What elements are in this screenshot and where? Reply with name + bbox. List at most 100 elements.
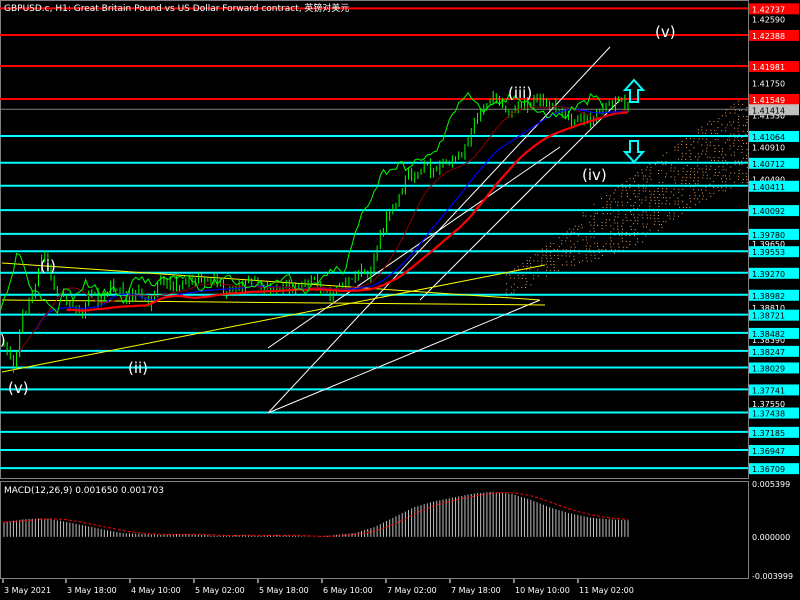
cloud-dot [705, 165, 707, 167]
cloud-dot [529, 263, 531, 265]
cloud-dot [645, 187, 647, 189]
cloud-dot [506, 283, 508, 285]
cloud-dot [686, 143, 688, 145]
cloud-dot [570, 252, 572, 254]
cloud-dot [606, 201, 608, 203]
cloud-dot [674, 146, 676, 148]
cloud-dot [605, 243, 607, 245]
cloud-dot [561, 240, 563, 242]
cloud-dot [506, 289, 508, 291]
cloud-dot [681, 212, 683, 214]
cloud-dot [597, 242, 599, 244]
cloud-dot [565, 240, 567, 242]
cloud-dot [649, 175, 651, 177]
cloud-dot [605, 222, 607, 224]
support-price-tag: 1.38029 [752, 364, 785, 373]
cloud-dot [585, 257, 587, 259]
cloud-dot [737, 121, 739, 123]
cloud-dot [738, 133, 740, 135]
support-price-tag: 1.38482 [752, 330, 785, 339]
cloud-dot [590, 260, 592, 262]
cloud-dot [677, 197, 679, 199]
cloud-dot [605, 249, 607, 251]
wave-label-i: (i) [40, 257, 56, 275]
cloud-dot [730, 172, 732, 174]
cloud-dot [657, 211, 659, 213]
cloud-dot [746, 131, 748, 133]
cloud-dot [625, 240, 627, 242]
price-chart[interactable]: 0.005399 0.000000 -0.003999 1.42590 1.41750… [0, 0, 800, 600]
cloud-dot [645, 211, 647, 213]
cloud-dot [557, 270, 559, 272]
cloud-dot [746, 122, 748, 124]
cloud-dot [697, 141, 699, 143]
cloud-dot [710, 159, 712, 161]
cloud-dot [677, 143, 679, 145]
cloud-dot [741, 163, 743, 165]
cloud-dot [626, 180, 628, 182]
cloud-dot [609, 219, 611, 221]
cloud-dot [742, 181, 744, 183]
cloud-dot [690, 138, 692, 140]
cloud-dot [721, 154, 723, 156]
cloud-dot [590, 215, 592, 217]
cloud-dot [678, 158, 680, 160]
cloud-dot [638, 190, 640, 192]
cloud-dot [737, 127, 739, 129]
support-price-tag: 1.38982 [752, 292, 785, 301]
cloud-dot [674, 149, 676, 151]
cloud-dot [694, 156, 696, 158]
cloud-dot [693, 189, 695, 191]
cloud-dot [717, 133, 719, 135]
cloud-dot [657, 229, 659, 231]
cloud-dot [650, 166, 652, 168]
cloud-dot [717, 175, 719, 177]
cloud-dot [541, 263, 543, 265]
cloud-dot [709, 144, 711, 146]
cloud-dot [637, 238, 639, 240]
cloud-dot [714, 138, 716, 140]
cloud-dot [653, 193, 655, 195]
cloud-dot [553, 264, 555, 265]
cloud-dot [646, 214, 648, 216]
cloud-dot [669, 197, 671, 199]
cloud-dot [718, 145, 720, 147]
cloud-dot [566, 231, 568, 233]
cloud-dot [574, 246, 576, 248]
cloud-dot [526, 266, 528, 268]
cloud-dot [533, 260, 535, 262]
cloud-dot [662, 188, 664, 190]
cloud-dot [573, 228, 575, 230]
cloud-dot [674, 176, 676, 178]
cloud-dot [666, 215, 668, 217]
cloud-dot [718, 166, 720, 168]
cloud-dot [581, 224, 583, 226]
cloud-dot [590, 224, 592, 226]
cloud-dot [629, 178, 631, 180]
cloud-dot [609, 204, 611, 206]
cloud-dot [653, 211, 655, 213]
cloud-dot [661, 203, 663, 205]
cloud-dot [558, 258, 560, 260]
cloud-dot [514, 268, 516, 270]
cloud-dot [705, 141, 707, 143]
cloud-dot [694, 204, 696, 206]
cloud-dot [705, 171, 707, 173]
cloud-dot [525, 287, 527, 289]
cloud-dot [573, 258, 575, 260]
cloud-dot [682, 200, 684, 202]
cloud-dot [686, 203, 688, 205]
cloud-dot [649, 229, 651, 231]
cloud-dot [558, 246, 560, 248]
cloud-dot [742, 178, 744, 180]
cloud-dot [609, 243, 611, 245]
cloud-dot [529, 269, 531, 271]
cloud-dot [641, 199, 643, 201]
cloud-dot [649, 190, 651, 192]
cloud-dot [713, 120, 715, 122]
cloud-dot [573, 231, 575, 233]
cloud-dot [610, 237, 612, 239]
cloud-dot [694, 174, 696, 176]
cloud-dot [614, 252, 616, 254]
cloud-dot [617, 216, 619, 218]
